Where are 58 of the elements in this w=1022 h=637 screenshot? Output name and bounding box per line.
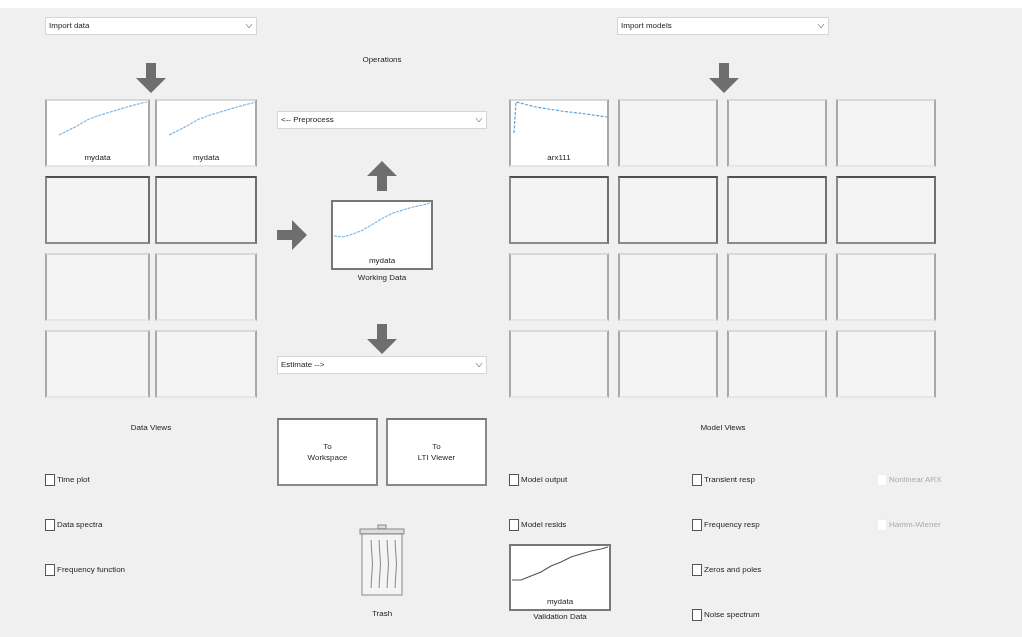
import-models-dropdown[interactable]: Import models: [617, 17, 829, 35]
checkbox[interactable]: [692, 519, 702, 531]
caret-icon: [475, 361, 483, 369]
empty-slot[interactable]: [727, 176, 827, 244]
caret-icon: [475, 116, 483, 124]
checkbox[interactable]: [509, 519, 519, 531]
caption: Validation Data: [532, 611, 588, 623]
thumbnail-label: mydata: [83, 152, 112, 164]
checkbox-label: Transient resp: [704, 474, 755, 486]
trash-icon[interactable]: [359, 524, 405, 596]
down-arrow-icon: [709, 63, 739, 93]
caption: Working Data: [357, 272, 407, 284]
up-arrow-icon: [367, 161, 397, 191]
checkbox[interactable]: [45, 519, 55, 531]
checkbox-label: Time plot: [57, 474, 90, 486]
empty-slot[interactable]: [618, 176, 718, 244]
trash-label: Trash: [371, 608, 393, 620]
validation-data-thumbnail[interactable]: mydata: [509, 544, 611, 611]
checkbox-label: Frequency function: [57, 564, 126, 576]
empty-slot[interactable]: [836, 176, 936, 244]
working-data-thumbnail[interactable]: mydata: [331, 200, 433, 270]
right-arrow-icon: [277, 220, 307, 250]
section-title: Data Views: [129, 422, 173, 434]
caret-icon: [245, 22, 253, 30]
empty-slot[interactable]: [509, 176, 609, 244]
checkbox-label: Noise spectrum: [704, 609, 760, 621]
down-arrow-icon: [367, 324, 397, 354]
checkbox-label: Hamm-Wiener: [889, 519, 941, 531]
checkbox-label: Model resids: [521, 519, 567, 531]
checkbox[interactable]: [509, 474, 519, 486]
checkbox-label: Data spectra: [57, 519, 103, 531]
checkbox[interactable]: [692, 564, 702, 576]
down-arrow-icon: [136, 63, 166, 93]
caret-icon: [817, 22, 825, 30]
section-title: Model Views: [699, 422, 747, 434]
import-data-dropdown[interactable]: Import data: [45, 17, 257, 35]
model-thumbnail[interactable]: arx111: [509, 99, 609, 167]
thumbnail-label: mydata: [545, 596, 575, 608]
empty-slot[interactable]: [155, 176, 257, 244]
checkbox[interactable]: [45, 474, 55, 486]
estimate-dropdown[interactable]: Estimate -->: [277, 356, 487, 374]
data-thumbnail[interactable]: mydata: [155, 99, 257, 167]
section-title: Operations: [362, 54, 402, 66]
empty-slot[interactable]: [45, 176, 150, 244]
checkbox[interactable]: [692, 609, 702, 621]
thumbnail-label: mydata: [367, 255, 397, 267]
thumbnail-label: mydata: [191, 152, 221, 164]
data-thumbnail[interactable]: mydata: [45, 99, 150, 167]
export-button[interactable]: To LTI Viewer: [386, 418, 487, 486]
checkbox-label: Nonlinear ARX: [889, 474, 942, 486]
thumbnail-label: arx111: [546, 152, 572, 164]
checkbox[interactable]: [45, 564, 55, 576]
checkbox-label: Model output: [521, 474, 568, 486]
preprocess-dropdown[interactable]: <-- Preprocess: [277, 111, 487, 129]
export-button[interactable]: To Workspace: [277, 418, 378, 486]
checkbox-label: Zeros and poles: [704, 564, 762, 576]
checkbox-label: Frequency resp: [704, 519, 760, 531]
checkbox[interactable]: [692, 474, 702, 486]
